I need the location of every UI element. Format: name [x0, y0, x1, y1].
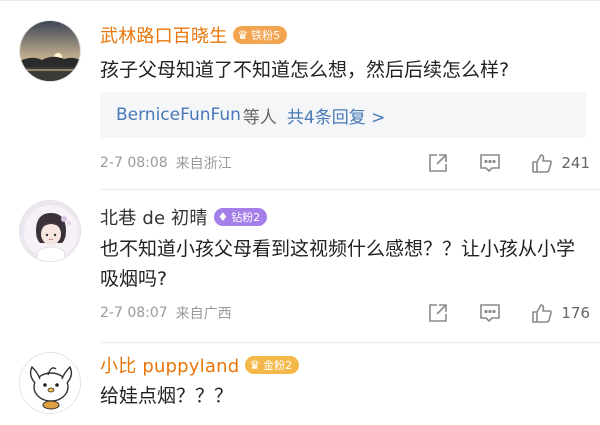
crown-icon: ♛	[237, 28, 249, 42]
crown-icon: ♛	[249, 358, 261, 372]
comment-meta: 2-7 08:07 来自广西 176	[100, 300, 590, 326]
fan-badge-label: 钻粉2	[231, 211, 261, 224]
like-icon[interactable]	[531, 302, 553, 324]
comment-icon[interactable]	[479, 152, 501, 174]
fan-badge[interactable]: ♛ 金粉2	[245, 356, 300, 374]
username[interactable]: 武林路口百晓生	[100, 22, 227, 48]
comment-text: 也不知道小孩父母看到这视频什么感想？？让小孩从小学吸烟吗?	[100, 238, 576, 290]
diamond-icon: ♦	[217, 210, 229, 224]
timestamp: 2-7 08:08	[100, 155, 168, 171]
username-row: 武林路口百晓生 ♛ 铁粉5	[100, 22, 288, 48]
avatar[interactable]	[19, 352, 81, 414]
avatar[interactable]	[19, 200, 81, 262]
comment-divider	[100, 342, 600, 343]
like-button[interactable]: 176	[531, 302, 590, 324]
location: 来自浙江	[175, 156, 232, 172]
comment-item: 北巷 de 初晴 ♦ 钻粉2 也不知道小孩父母看到这视频什么感想？？让小孩从小学…	[0, 192, 600, 344]
comment-actions: 241	[427, 150, 590, 176]
username[interactable]: 小比 puppyland	[100, 352, 239, 378]
fan-badge[interactable]: ♦ 钻粉2	[213, 208, 268, 226]
comment-text: 给娃点烟？？？	[100, 385, 234, 407]
username-row: 小比 puppyland ♛ 金粉2	[100, 352, 300, 378]
like-button[interactable]: 241	[531, 152, 590, 174]
comment-actions: 176	[427, 300, 590, 326]
like-icon[interactable]	[531, 152, 553, 174]
like-count: 176	[561, 304, 590, 322]
reply-count-link[interactable]: 共4条回复 >	[287, 103, 385, 128]
comment-item: 小比 puppyland ♛ 金粉2 给娃点烟？？？	[0, 344, 600, 425]
username-row: 北巷 de 初晴 ♦ 钻粉2	[100, 204, 268, 230]
reply-users-suffix: 等人	[242, 107, 277, 128]
replies-preview[interactable]: BerniceFunFun 等人 共4条回复 >	[100, 92, 586, 138]
comment-divider	[100, 189, 600, 190]
comment-list: 武林路口百晓生 ♛ 铁粉5 孩子父母知道了不知道怎么想，然后后续怎么样? Ber…	[0, 0, 600, 425]
comment-text: 孩子父母知道了不知道怎么想，然后后续怎么样?	[100, 59, 510, 81]
fan-badge[interactable]: ♛ 铁粉5	[233, 26, 288, 44]
reply-users[interactable]: BerniceFunFun	[116, 105, 241, 125]
fan-badge-label: 金粉2	[263, 359, 293, 372]
comment-meta: 2-7 08:08 来自浙江 241	[100, 150, 590, 176]
forward-icon[interactable]	[427, 302, 449, 324]
timestamp: 2-7 08:07	[100, 305, 168, 321]
comment-item: 武林路口百晓生 ♛ 铁粉5 孩子父母知道了不知道怎么想，然后后续怎么样? Ber…	[0, 0, 600, 190]
location: 来自广西	[175, 306, 232, 322]
comment-icon[interactable]	[479, 302, 501, 324]
forward-icon[interactable]	[427, 152, 449, 174]
username[interactable]: 北巷 de 初晴	[100, 204, 208, 230]
fan-badge-label: 铁粉5	[251, 29, 281, 42]
avatar[interactable]	[19, 20, 81, 82]
like-count: 241	[561, 154, 590, 172]
